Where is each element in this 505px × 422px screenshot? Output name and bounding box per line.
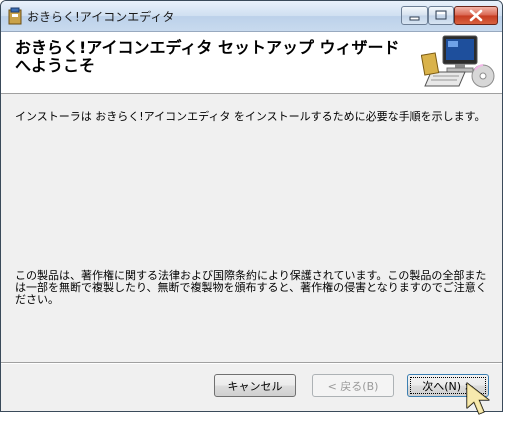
minimize-icon <box>409 16 420 21</box>
copyright-notice: この製品は、著作権に関する法律および国際条約により保護されています。この製品の全… <box>15 269 487 306</box>
computer-setup-icon <box>421 35 495 88</box>
window-title: おきらく!アイコンエディタ <box>27 10 175 24</box>
wizard-title: おきらく!アイコンエディタ セットアップ ウィザードへようこそ <box>15 38 400 75</box>
wizard-body: インストーラは おきらく!アイコンエディタ をインストールするために必要な手順を… <box>1 94 502 361</box>
cancel-button[interactable]: キャンセル <box>214 374 296 397</box>
minimize-button[interactable] <box>401 6 428 25</box>
wizard-header: おきらく!アイコンエディタ セットアップ ウィザードへようこそ <box>1 32 502 94</box>
intro-text: インストーラは おきらく!アイコンエディタ をインストールするために必要な手順を… <box>15 110 486 123</box>
setup-window: おきらく!アイコンエディタ おきらく!アイコンエディタ セットアップ ウィザード… <box>0 0 503 412</box>
close-icon <box>469 9 483 22</box>
maximize-icon <box>435 10 447 20</box>
title-bar[interactable]: おきらく!アイコンエディタ <box>1 1 502 32</box>
back-button[interactable]: < 戻る(B) <box>312 374 394 397</box>
footer-divider <box>1 362 502 364</box>
close-button[interactable] <box>454 6 498 25</box>
cursor-arrow-icon <box>466 382 490 415</box>
maximize-button[interactable] <box>428 6 454 25</box>
installer-icon <box>8 7 22 25</box>
